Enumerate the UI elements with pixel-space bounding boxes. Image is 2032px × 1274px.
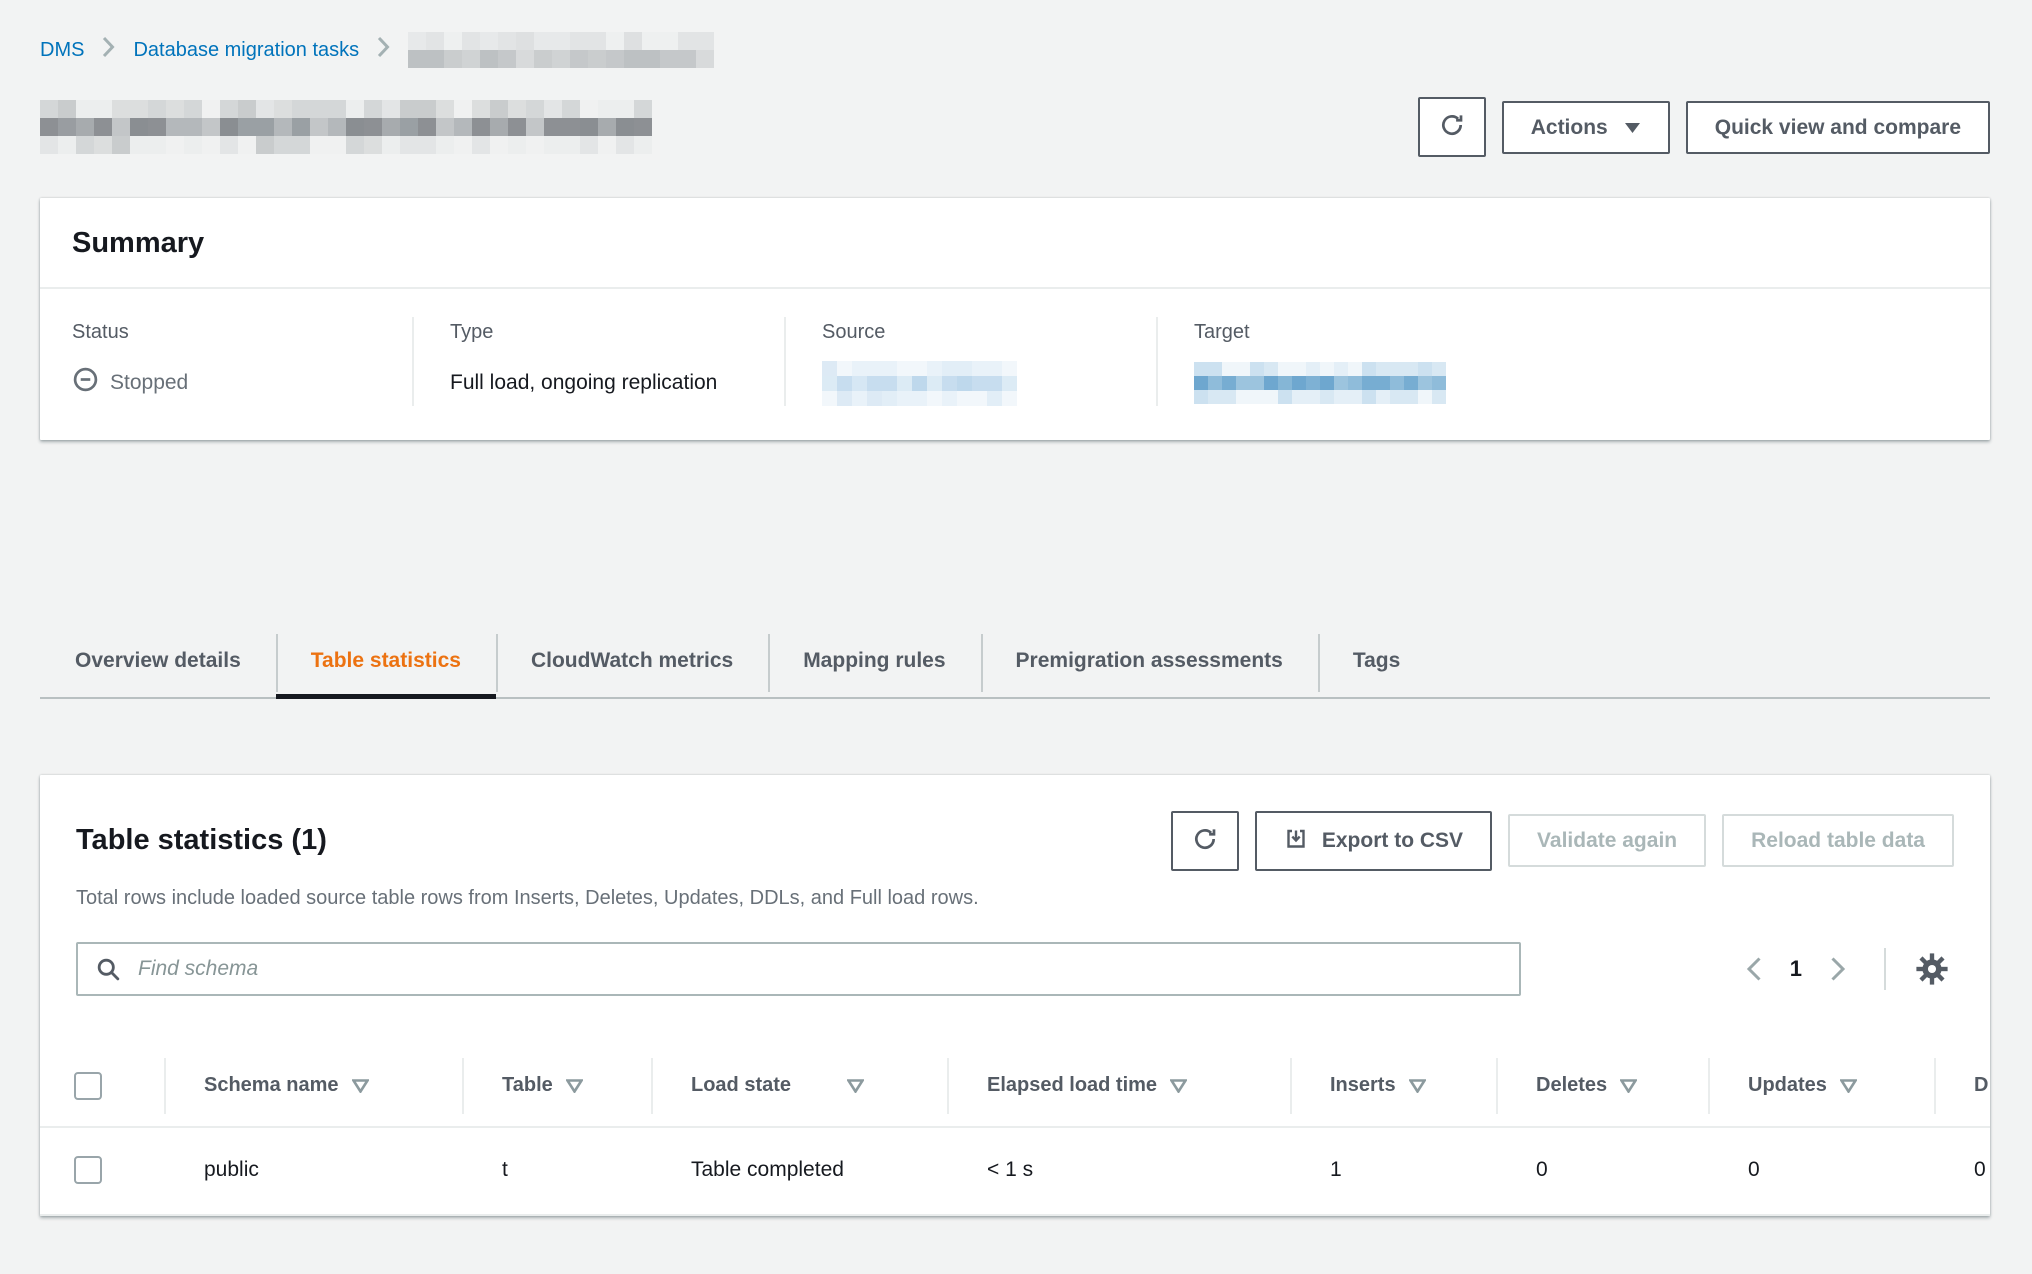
breadcrumb: DMS Database migration tasks [40,30,1990,70]
next-page-button[interactable] [1820,950,1856,988]
divider [1884,948,1886,990]
summary-field-status: Status Stopped [40,317,412,406]
refresh-button[interactable] [1418,97,1486,157]
header-actions: Actions Quick view and compare [1418,97,1990,157]
export-csv-button[interactable]: Export to CSV [1255,811,1492,871]
previous-page-button[interactable] [1736,950,1772,988]
column-header-load-state[interactable]: Load state [651,1046,947,1128]
export-csv-label: Export to CSV [1322,830,1463,851]
dms-task-page: DMS Database migration tasks Actions [0,0,2032,1216]
tab-premigration-assessments[interactable]: Premigration assessments [981,632,1318,697]
cell-elapsed-load-time: < 1 s [947,1128,1290,1216]
sort-triangle-icon[interactable] [1170,1079,1187,1093]
cell-table: t [462,1128,651,1216]
quick-view-compare-button[interactable]: Quick view and compare [1686,101,1990,154]
actions-button[interactable]: Actions [1502,101,1670,154]
table-statistics-description: Total rows include loaded source table r… [40,887,1990,910]
page-title-redacted [40,100,652,154]
chevron-right-icon [377,36,390,64]
table-statistics-panel: Table statistics (1) Export to [40,775,1990,1216]
validate-again-label: Validate again [1537,830,1677,851]
summary-fields: Status Stopped Type Full load, ongoing r… [40,289,1990,440]
tab-bar: Overview details Table statistics CloudW… [40,632,1990,699]
select-all-cell [40,1046,164,1128]
tab-overview-details[interactable]: Overview details [40,632,276,697]
sort-triangle-icon[interactable] [1620,1079,1637,1093]
summary-field-target: Target [1156,317,1990,406]
select-all-checkbox[interactable] [74,1072,102,1100]
cell-inserts: 1 [1290,1128,1496,1216]
sort-triangle-icon[interactable] [566,1079,583,1093]
target-label: Target [1194,321,1960,344]
reload-table-data-button[interactable]: Reload table data [1722,814,1954,867]
summary-field-type: Type Full load, ongoing replication [412,317,784,406]
refresh-icon [1192,826,1218,856]
tab-table-statistics[interactable]: Table statistics [276,632,496,697]
sort-triangle-icon[interactable] [1840,1079,1857,1093]
column-header-inserts[interactable]: Inserts [1290,1046,1496,1128]
summary-panel: Summary Status Stopped Type Full load, o… [40,198,1990,440]
page-header: Actions Quick view and compare [40,98,1990,156]
tab-mapping-rules[interactable]: Mapping rules [768,632,980,697]
search-icon [95,956,122,983]
type-label: Type [450,321,754,344]
tab-tags[interactable]: Tags [1318,632,1435,697]
table-statistics-table: Schema name Table Load state Elapsed loa… [40,1046,1990,1216]
target-link-redacted[interactable] [1194,362,1446,404]
sort-triangle-icon[interactable] [847,1079,864,1093]
search-field [76,942,1521,996]
reload-table-data-label: Reload table data [1751,830,1925,851]
actions-button-label: Actions [1531,117,1608,138]
table-statistics-actions: Export to CSV Validate again Reload tabl… [1171,811,1954,871]
row-select-cell [40,1128,164,1216]
cell-load-state: Table completed [651,1128,947,1216]
chevron-right-icon [1830,956,1846,982]
breadcrumb-link-dms[interactable]: DMS [40,39,84,62]
type-value: Full load, ongoing replication [450,361,754,405]
cell-ddls-clipped: 0 [1934,1128,1990,1216]
table-refresh-button[interactable] [1171,811,1239,871]
source-link-redacted[interactable] [822,361,1017,406]
column-header-elapsed-load-time[interactable]: Elapsed load time [947,1046,1290,1128]
current-page-number[interactable]: 1 [1790,956,1802,982]
chevron-right-icon [102,36,115,64]
cell-deletes: 0 [1496,1128,1708,1216]
summary-header: Summary [40,198,1990,289]
cell-updates: 0 [1708,1128,1934,1216]
gear-icon [1914,951,1950,987]
validate-again-button[interactable]: Validate again [1508,814,1706,867]
summary-field-source: Source [784,317,1156,406]
sort-triangle-icon[interactable] [1409,1079,1426,1093]
column-header-schema-name[interactable]: Schema name [164,1046,462,1128]
find-schema-input[interactable] [76,942,1521,996]
column-header-deletes[interactable]: Deletes [1496,1046,1708,1128]
breadcrumb-link-tasks[interactable]: Database migration tasks [133,39,359,62]
refresh-icon [1439,112,1465,142]
table-statistics-title: Table statistics (1) [76,823,327,858]
preferences-button[interactable] [1910,947,1954,991]
column-header-ddls-clipped[interactable]: D [1934,1046,1990,1128]
download-icon [1284,827,1308,855]
chevron-left-icon [1746,956,1762,982]
tab-cloudwatch-metrics[interactable]: CloudWatch metrics [496,632,768,697]
cell-schema-name: public [164,1128,462,1216]
stopped-circle-minus-icon [72,366,99,399]
breadcrumb-current-redacted[interactable] [408,32,714,68]
summary-title: Summary [72,226,1954,261]
column-header-updates[interactable]: Updates [1708,1046,1934,1128]
quick-view-label: Quick view and compare [1715,117,1961,138]
source-label: Source [822,321,1126,344]
sort-triangle-icon[interactable] [352,1079,369,1093]
status-label: Status [72,321,382,344]
column-header-table[interactable]: Table [462,1046,651,1128]
row-checkbox[interactable] [74,1156,102,1184]
status-value: Stopped [110,371,188,395]
caret-down-icon [1624,117,1641,138]
pagination: 1 [1736,947,1954,991]
